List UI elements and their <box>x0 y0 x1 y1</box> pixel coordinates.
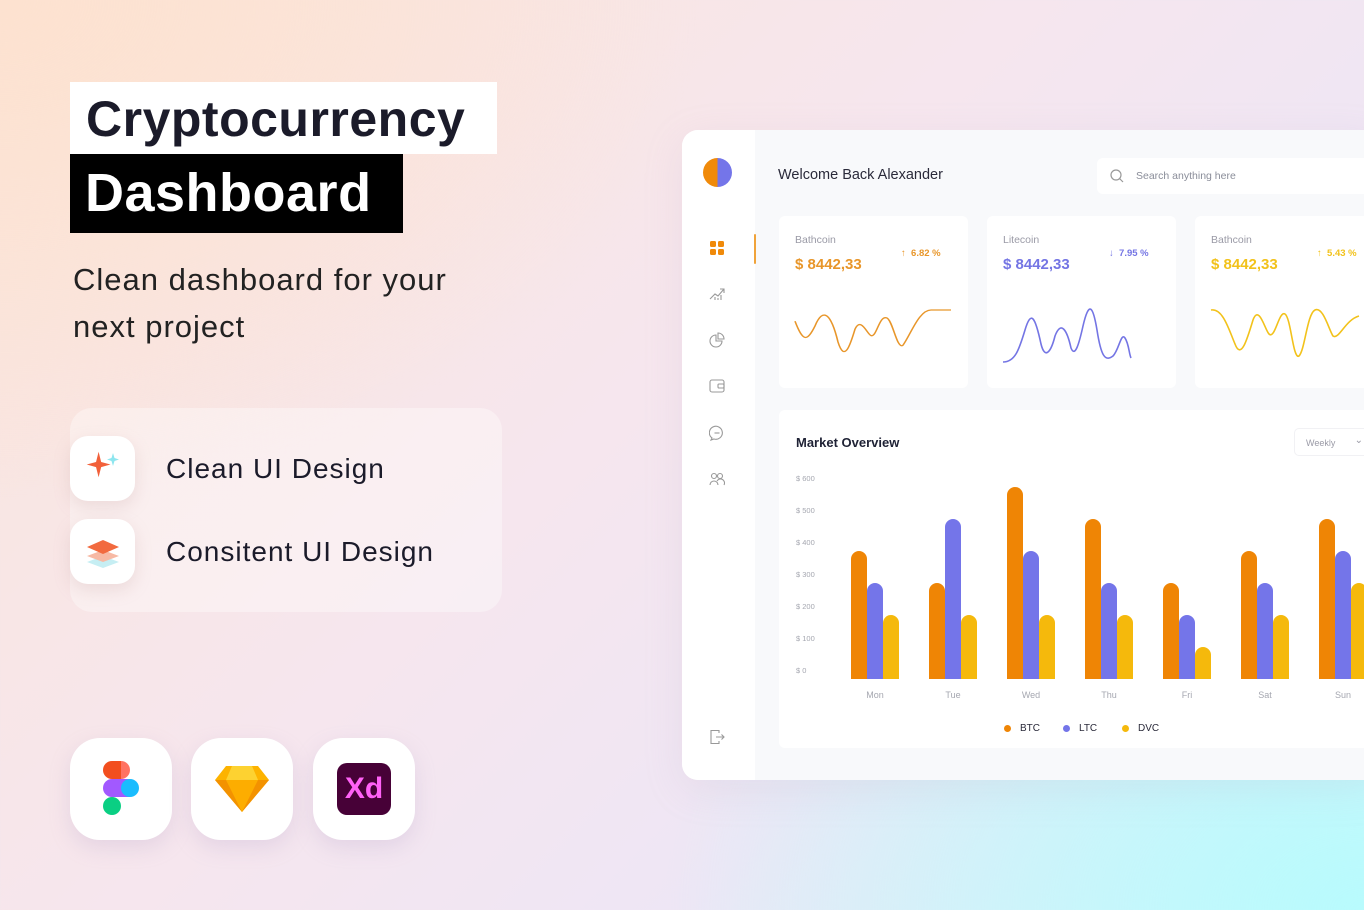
legend-label: LTC <box>1079 723 1098 734</box>
feature-item: Clean UI Design <box>70 436 385 501</box>
feature-label: Clean UI Design <box>166 452 385 484</box>
dashboard-grid-icon <box>710 241 724 255</box>
legend-label: DVC <box>1138 723 1160 734</box>
xd-logo-text: Xd <box>337 763 391 815</box>
sparkle-icon <box>70 436 135 501</box>
bar-dvc-thu[interactable] <box>1117 615 1133 679</box>
bar-chart <box>851 487 1364 679</box>
change-value: 5.43 % <box>1327 248 1357 259</box>
feature-label: Consitent UI Design <box>166 535 435 567</box>
arrow-down-icon: ↓ <box>1109 248 1114 259</box>
hero-title-line1: Cryptocurrency <box>70 82 497 154</box>
sidebar <box>682 130 756 780</box>
bar-dvc-wed[interactable] <box>1039 615 1055 679</box>
legend-item[interactable]: LTC <box>1063 723 1097 734</box>
bar-dvc-mon[interactable] <box>883 615 899 679</box>
bar-btc-sat[interactable] <box>1241 551 1257 679</box>
sidebar-item-dashboard[interactable] <box>708 239 726 257</box>
hero-title-line2: Dashboard <box>70 154 403 233</box>
sidebar-item-portfolio[interactable] <box>708 331 726 349</box>
sparkline <box>1210 308 1360 357</box>
sparkline <box>794 309 951 353</box>
bar-btc-thu[interactable] <box>1085 519 1101 679</box>
sketch-logo-icon <box>191 738 293 840</box>
app-logo <box>703 158 732 187</box>
legend-dot <box>1063 725 1070 732</box>
bar-dvc-fri[interactable] <box>1195 647 1211 679</box>
welcome-text: Welcome Back Alexander <box>778 167 943 183</box>
feature-item: Consitent UI Design <box>70 519 434 584</box>
logout-icon <box>710 729 725 745</box>
figma-logo-icon <box>70 738 172 840</box>
legend-item[interactable]: BTC <box>1004 723 1040 734</box>
legend-dot <box>1122 725 1129 732</box>
trend-chart-icon <box>709 288 725 300</box>
change-value: 6.82 % <box>911 248 941 259</box>
search-placeholder: Search anything here <box>1136 170 1236 182</box>
wallet-icon <box>709 379 725 393</box>
sidebar-item-trends[interactable] <box>708 285 726 303</box>
adobe-xd-logo-icon: Xd <box>313 738 415 840</box>
coin-change: ↓ 7.95 % <box>1109 248 1149 259</box>
pie-chart-icon <box>709 332 725 348</box>
change-value: 7.95 % <box>1119 248 1149 259</box>
coin-price: $ 8442,33 <box>1003 256 1070 273</box>
coin-card[interactable]: Bathcoin $ 8442,33 ↑ 5.43 % <box>1195 216 1364 388</box>
arrow-up-icon: ↑ <box>1317 248 1322 259</box>
x-tick-label: Sat <box>1258 690 1272 700</box>
coin-change: ↑ 5.43 % <box>1317 248 1357 259</box>
coin-name: Bathcoin <box>795 234 836 246</box>
bar-btc-sun[interactable] <box>1319 519 1335 679</box>
sidebar-item-wallet[interactable] <box>708 377 726 395</box>
x-tick-label: Tue <box>945 690 961 700</box>
logout-button[interactable] <box>708 728 726 746</box>
coin-price: $ 8442,33 <box>1211 256 1278 273</box>
bar-btc-wed[interactable] <box>1007 487 1023 679</box>
bar-ltc-fri[interactable] <box>1179 615 1195 679</box>
coin-change: ↑ 6.82 % <box>901 248 941 259</box>
sparkline <box>1002 308 1132 363</box>
bar-ltc-mon[interactable] <box>867 583 883 679</box>
coin-name: Litecoin <box>1003 234 1040 246</box>
bar-ltc-thu[interactable] <box>1101 583 1117 679</box>
users-icon <box>709 472 725 486</box>
bar-ltc-tue[interactable] <box>945 519 961 679</box>
coin-name: Bathcoin <box>1211 234 1252 246</box>
market-overview-card: Market Overview Weekly ⌄ $ 600 $ 500 $ 400 $… <box>779 410 1364 748</box>
bar-ltc-sat[interactable] <box>1257 583 1273 679</box>
legend-label: BTC <box>1020 723 1040 734</box>
bar-ltc-sun[interactable] <box>1335 551 1351 679</box>
bar-btc-fri[interactable] <box>1163 583 1179 679</box>
chat-icon <box>709 425 723 441</box>
coin-card[interactable]: Bathcoin $ 8442,33 ↑ 6.82 % <box>779 216 968 388</box>
legend-dot <box>1004 725 1011 732</box>
coin-price: $ 8442,33 <box>795 256 862 273</box>
bar-dvc-sun[interactable] <box>1351 583 1364 679</box>
x-tick-label: Fri <box>1181 690 1193 700</box>
hero-subtitle: Clean dashboard for your next project <box>73 262 447 344</box>
search-input[interactable]: Search anything here <box>1097 158 1364 194</box>
active-indicator <box>754 234 756 264</box>
bar-ltc-wed[interactable] <box>1023 551 1039 679</box>
x-tick-label: Thu <box>1101 690 1117 700</box>
sidebar-item-users[interactable] <box>708 470 726 488</box>
dashboard-window: Welcome Back Alexander Search anything h… <box>682 130 1364 780</box>
bar-dvc-sat[interactable] <box>1273 615 1289 679</box>
bar-btc-tue[interactable] <box>929 583 945 679</box>
bar-dvc-tue[interactable] <box>961 615 977 679</box>
x-tick-label: Wed <box>1021 690 1041 700</box>
x-tick-label: Mon <box>866 690 884 700</box>
sidebar-item-messages[interactable] <box>708 424 726 442</box>
arrow-up-icon: ↑ <box>901 248 906 259</box>
x-tick-label: Sun <box>1334 690 1351 700</box>
legend-item[interactable]: DVC <box>1122 723 1159 734</box>
coin-card[interactable]: Litecoin $ 8442,33 ↓ 7.95 % <box>987 216 1176 388</box>
layers-icon <box>70 519 135 584</box>
search-icon <box>1110 169 1124 183</box>
bar-btc-mon[interactable] <box>851 551 867 679</box>
